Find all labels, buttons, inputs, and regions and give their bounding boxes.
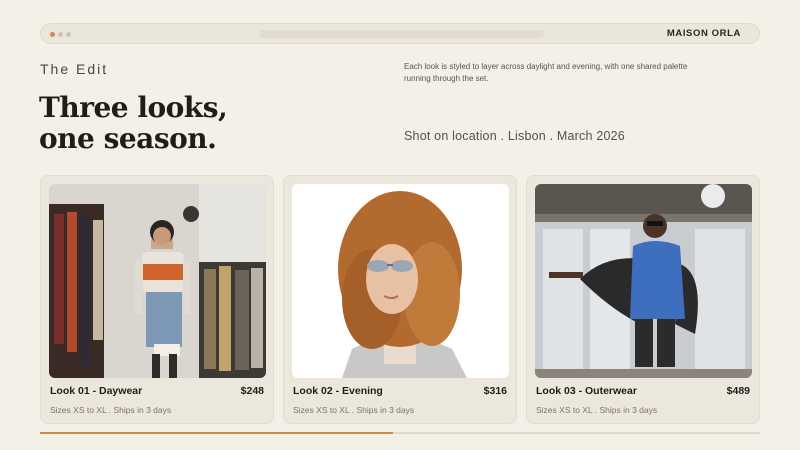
look-meta: Sizes XS to XL . Ships in 3 days (293, 405, 415, 415)
look-title[interactable]: Look 01 - Daywear (50, 385, 142, 397)
scroll-progress-track[interactable] (40, 432, 760, 434)
look-title[interactable]: Look 02 - Evening (293, 385, 383, 397)
intro-text: Each look is styled to layer across dayl… (404, 62, 688, 83)
look-meta: Sizes XS to XL . Ships in 3 days (50, 405, 172, 415)
address-bar[interactable] (259, 30, 544, 38)
look-price: $489 (726, 385, 750, 397)
window-dot-active[interactable] (50, 32, 55, 37)
headline-line-2: one season. (39, 122, 217, 155)
look-price: $316 (483, 385, 507, 397)
page-title: Three looks, one season. (39, 92, 339, 154)
look-meta: Sizes XS to XL . Ships in 3 days (536, 405, 658, 415)
brand-name[interactable]: MAISON ORLA (667, 28, 741, 39)
look-card-01[interactable]: Look 01 - Daywear $248 Sizes XS to XL . … (40, 175, 274, 424)
window-dot[interactable] (58, 32, 63, 37)
look-card-03[interactable]: Look 03 - Outerwear $489 Sizes XS to XL … (526, 175, 760, 424)
look-card-02[interactable]: Look 02 - Evening $316 Sizes XS to XL . … (283, 175, 517, 424)
look-03-photo[interactable] (535, 184, 752, 378)
scroll-progress-fill (40, 432, 393, 434)
look-02-photo[interactable] (292, 184, 509, 378)
window-bar: MAISON ORLA (40, 23, 760, 44)
section-eyebrow: The Edit (40, 61, 109, 77)
window-dot[interactable] (66, 32, 71, 37)
shot-location-line: Shot on location . Lisbon . March 2026 (404, 129, 625, 143)
look-01-photo[interactable] (49, 184, 266, 378)
headline-line-1: Three looks, (39, 91, 228, 124)
look-price: $248 (240, 385, 264, 397)
look-title[interactable]: Look 03 - Outerwear (536, 385, 637, 397)
